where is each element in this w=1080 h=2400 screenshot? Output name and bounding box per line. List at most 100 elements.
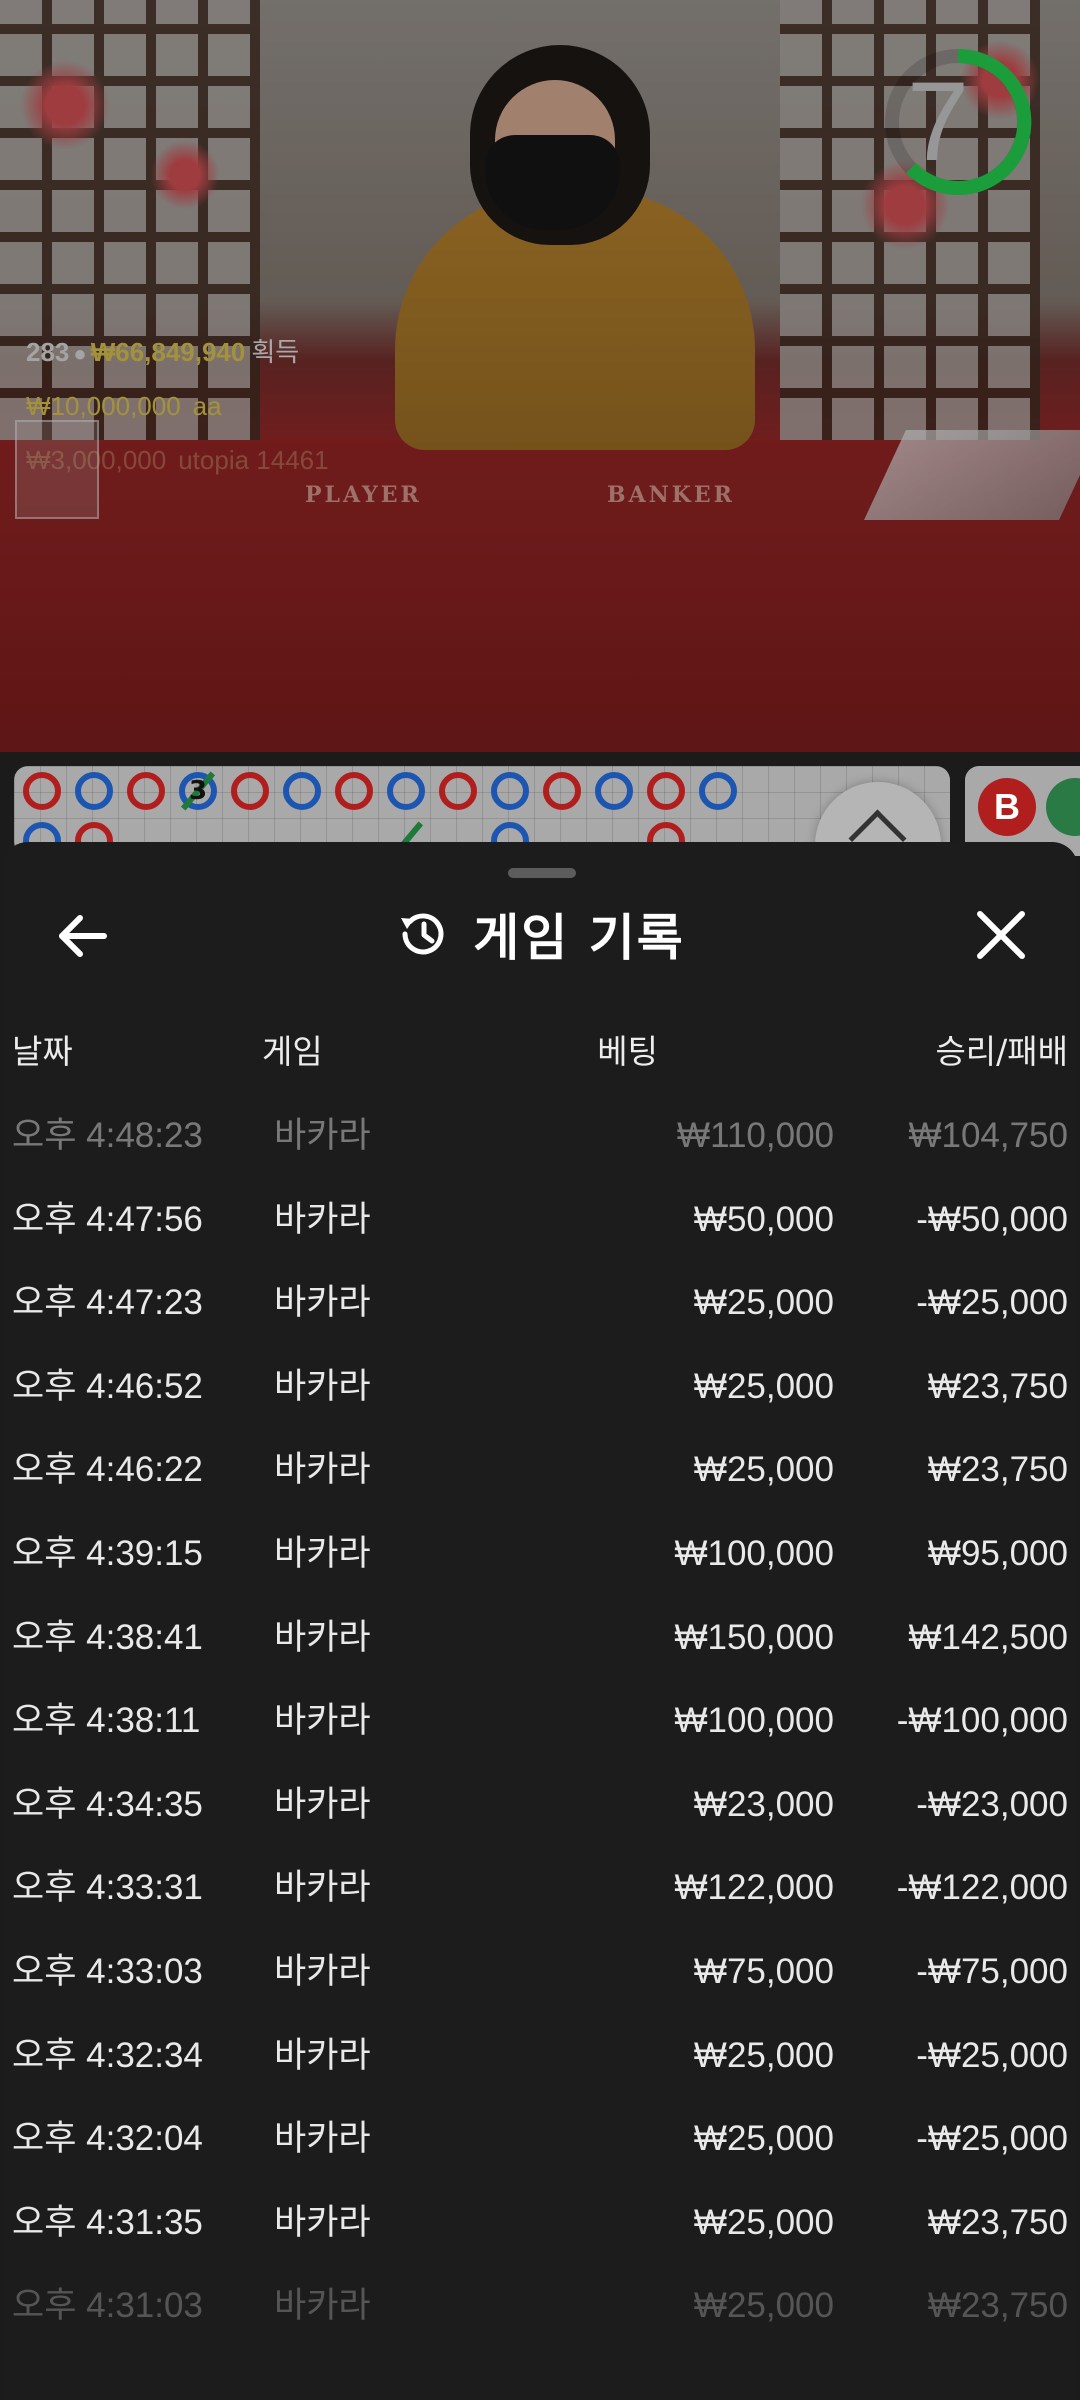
table-row[interactable]: 오후 4:46:22 바카라 ₩25,000 ₩23,750 [2, 1428, 1078, 1512]
row-game: 바카라 [274, 2035, 371, 2075]
banker-bead [127, 772, 165, 810]
live-video-stream[interactable]: PLAYER BANKER 7 283 ● ₩66,849,940 획득 ₩10,00… [0, 0, 1080, 752]
row-result: ₩104,750 [908, 1116, 1068, 1155]
table-row[interactable]: 오후 4:32:34 바카라 ₩25,000 -₩25,000 [2, 2014, 1078, 2098]
sheet-backdrop-overlay[interactable] [0, 0, 1080, 752]
row-result: -₩122,000 [896, 1868, 1068, 1908]
row-bet: ₩25,000 [693, 2202, 834, 2242]
table-row[interactable]: 오후 4:31:35 바카라 ₩25,000 ₩23,750 [2, 2181, 1078, 2265]
row-date: 오후 4:34:35 [12, 1784, 203, 1824]
history-icon [401, 913, 444, 955]
row-result: ₩142,500 [908, 1617, 1068, 1657]
row-bet: ₩75,000 [693, 1951, 834, 1991]
row-result: ₩23,750 [927, 1366, 1068, 1406]
row-bet: ₩25,000 [693, 2286, 834, 2326]
banker-bead [23, 772, 61, 810]
game-history-sheet: 게임 기록 날짜 게임 베팅 승리/패배 오후 4:48:23 바카라 ₩110,0… [2, 842, 1078, 2400]
row-date: 오후 4:32:04 [12, 2119, 203, 2159]
row-result: ₩23,750 [927, 2286, 1068, 2326]
row-game: 바카라 [274, 1617, 371, 1657]
history-table-body[interactable]: 오후 4:48:23 바카라 ₩110,000 ₩104,750 오후 4:47:56 바… [2, 1094, 1078, 2348]
banker-bead [231, 772, 269, 810]
player-bead [75, 772, 113, 810]
table-row[interactable]: 오후 4:33:31 바카라 ₩122,000 -₩122,000 [2, 1846, 1078, 1930]
row-result: -₩50,000 [916, 1199, 1068, 1239]
row-game: 바카라 [274, 2119, 371, 2159]
banker-bead [335, 772, 373, 810]
row-bet: ₩23,000 [693, 1784, 834, 1824]
row-result: -₩23,000 [916, 1784, 1068, 1824]
drag-handle[interactable] [508, 868, 576, 878]
row-bet: ₩25,000 [693, 2119, 834, 2159]
column-date: 날짜 [12, 1032, 73, 1071]
row-date: 오후 4:39:15 [12, 1533, 203, 1573]
table-row[interactable]: 오후 4:46:52 바카라 ₩25,000 ₩23,750 [2, 1345, 1078, 1429]
row-date: 오후 4:33:03 [12, 1951, 203, 1991]
row-result: -₩25,000 [916, 2119, 1068, 2159]
row-result: ₩95,000 [927, 1533, 1068, 1573]
table-row[interactable]: 오후 4:34:35 바카라 ₩23,000 -₩23,000 [2, 1763, 1078, 1847]
table-row[interactable]: 오후 4:39:15 바카라 ₩100,000 ₩95,000 [2, 1512, 1078, 1596]
row-bet: ₩25,000 [693, 1450, 834, 1490]
table-row[interactable]: 오후 4:33:03 바카라 ₩75,000 -₩75,000 [2, 1930, 1078, 2014]
banker-bead [543, 772, 581, 810]
banker-bead [439, 772, 477, 810]
column-game: 게임 [262, 1032, 323, 1071]
row-bet: ₩25,000 [693, 1283, 834, 1323]
row-game: 바카라 [274, 1533, 371, 1573]
table-row[interactable]: 오후 4:47:23 바카라 ₩25,000 -₩25,000 [2, 1261, 1078, 1345]
page-title: 게임 기록 [473, 909, 685, 967]
tie-count: 3 [188, 776, 208, 806]
row-game: 바카라 [274, 1868, 371, 1908]
row-result: ₩23,750 [927, 1450, 1068, 1490]
row-date: 오후 4:47:23 [12, 1283, 203, 1323]
table-row[interactable]: 오후 4:38:41 바카라 ₩150,000 ₩142,500 [2, 1596, 1078, 1680]
row-game: 바카라 [274, 2286, 371, 2326]
row-bet: ₩122,000 [674, 1868, 834, 1908]
player-bead [387, 772, 425, 810]
row-date: 오후 4:33:31 [12, 1868, 203, 1908]
row-date: 오후 4:48:23 [12, 1116, 203, 1155]
row-date: 오후 4:32:34 [12, 2035, 203, 2075]
history-table-header: 날짜 게임 베팅 승리/패배 [2, 1022, 1078, 1082]
table-row[interactable]: 오후 4:48:23 바카라 ₩110,000 ₩104,750 [2, 1094, 1078, 1178]
player-bead [699, 772, 737, 810]
row-date: 오후 4:38:41 [12, 1617, 203, 1657]
row-game: 바카라 [274, 1283, 371, 1323]
banker-badge: B [978, 778, 1036, 836]
row-result: -₩75,000 [916, 1951, 1068, 1991]
close-button[interactable] [962, 900, 1042, 972]
row-date: 오후 4:31:35 [12, 2202, 203, 2242]
row-result: -₩25,000 [916, 1283, 1068, 1323]
player-bead [595, 772, 633, 810]
row-game: 바카라 [274, 1199, 371, 1239]
row-result: -₩100,000 [896, 1701, 1068, 1741]
close-icon [977, 911, 1025, 959]
row-result: -₩25,000 [916, 2035, 1068, 2075]
player-bead [491, 772, 529, 810]
row-game: 바카라 [274, 1450, 371, 1490]
row-date: 오후 4:46:52 [12, 1366, 203, 1406]
row-bet: ₩25,000 [693, 2035, 834, 2075]
table-row[interactable]: 오후 4:32:04 바카라 ₩25,000 -₩25,000 [2, 2097, 1078, 2181]
column-result: 승리/패배 [935, 1032, 1068, 1071]
table-row[interactable]: 오후 4:47:56 바카라 ₩50,000 -₩50,000 [2, 1178, 1078, 1262]
player-bead [283, 772, 321, 810]
row-game: 바카라 [274, 1366, 371, 1406]
table-row[interactable]: 오후 4:38:11 바카라 ₩100,000 -₩100,000 [2, 1679, 1078, 1763]
row-game: 바카라 [274, 1701, 371, 1741]
row-bet: ₩110,000 [677, 1116, 834, 1155]
row-bet: ₩50,000 [693, 1199, 834, 1239]
table-row[interactable]: 오후 4:31:03 바카라 ₩25,000 ₩23,750 [2, 2264, 1078, 2348]
row-game: 바카라 [274, 1951, 371, 1991]
row-date: 오후 4:38:11 [12, 1701, 201, 1741]
row-date: 오후 4:46:22 [12, 1450, 203, 1490]
row-game: 바카라 [274, 1784, 371, 1824]
row-bet: ₩150,000 [674, 1617, 834, 1657]
column-bet: 베팅 [597, 1032, 658, 1071]
sheet-header: 게임 기록 [2, 894, 1078, 974]
banker-bead [647, 772, 685, 810]
row-game: 바카라 [274, 2202, 371, 2242]
row-result: ₩23,750 [927, 2202, 1068, 2242]
row-bet: ₩100,000 [674, 1701, 834, 1741]
